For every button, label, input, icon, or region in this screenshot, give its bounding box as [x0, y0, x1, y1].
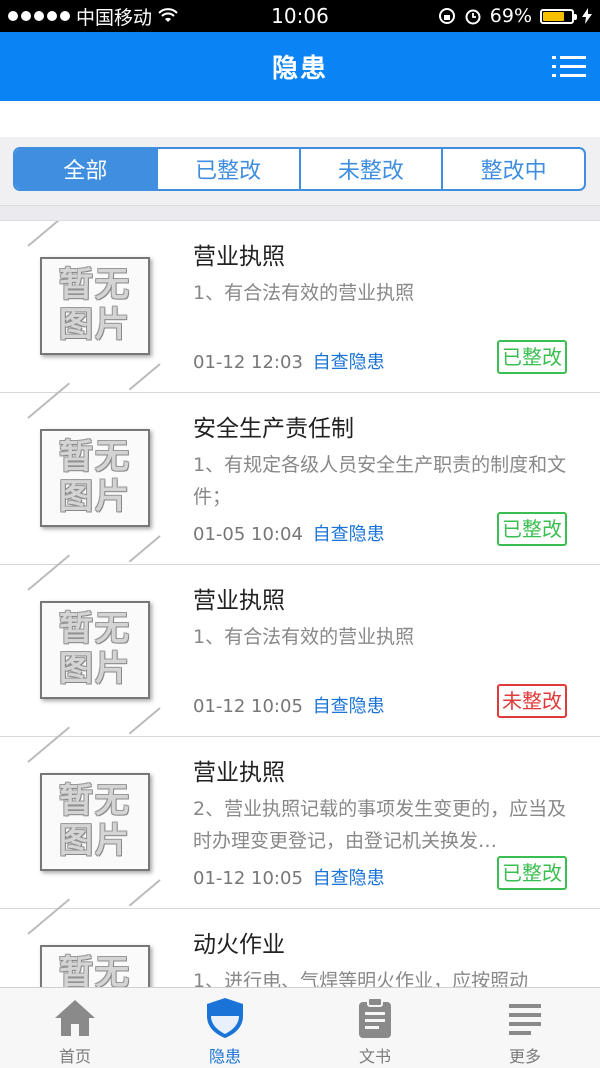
segment-unrectified[interactable]: 未整改 [301, 149, 444, 189]
status-badge: 已整改 [497, 340, 567, 374]
item-meta: 01-12 12:03 自查隐患 [193, 348, 385, 374]
item-meta: 01-12 10:05 自查隐患 [193, 692, 385, 718]
item-description: 2、营业执照记载的事项发生变更的，应当及时办理变更登记，由登记机关换发… [193, 798, 567, 852]
filter-bar: 全部 已整改 未整改 整改中 [0, 137, 600, 205]
menu-icon[interactable] [552, 54, 586, 80]
list-item[interactable]: 暂无图片 动火作业 1、进行电、气焊等明火作业，应按照动 [0, 898, 600, 987]
item-title: 营业执照 [193, 588, 285, 614]
divider [0, 205, 600, 221]
item-source: 自查隐患 [312, 868, 385, 889]
wifi-icon [158, 8, 178, 22]
segment-all[interactable]: 全部 [15, 149, 158, 189]
item-title: 营业执照 [193, 760, 285, 786]
alarm-icon [465, 9, 481, 25]
signal-icon [8, 11, 70, 21]
home-icon [55, 1000, 95, 1036]
tab-more[interactable]: 更多 [450, 988, 600, 1068]
page-title: 隐患 [271, 54, 328, 84]
no-image-placeholder: 暂无图片 [27, 221, 164, 391]
item-meta: 01-05 10:04 自查隐患 [193, 520, 385, 546]
list-item[interactable]: 暂无 图片 营业执照 1、有合法有效的营业执照 01-12 10:05 自查隐患 … [0, 554, 600, 737]
item-source: 自查隐患 [312, 696, 385, 717]
status-badge: 已整改 [497, 512, 567, 546]
item-title: 安全生产责任制 [193, 416, 354, 442]
rotation-lock-icon [438, 8, 455, 24]
item-meta: 01-12 10:05 自查隐患 [193, 864, 385, 890]
no-image-placeholder: 暂无图片 [27, 554, 164, 735]
tab-label: 文书 [358, 1047, 391, 1066]
item-time: 01-12 10:05 [193, 868, 303, 889]
list-item[interactable]: 暂无 图片 营业执照 2、营业执照记载的事项发生变更的，应当及时办理变更登记，由登… [0, 726, 600, 909]
item-title: 动火作业 [193, 932, 285, 958]
status-filter: 全部 已整改 未整改 整改中 [13, 147, 586, 191]
item-source: 自查隐患 [312, 524, 385, 545]
item-title: 营业执照 [193, 244, 285, 270]
item-time: 01-05 10:04 [193, 524, 303, 545]
tab-label: 更多 [508, 1047, 541, 1066]
tab-bar: 首页 隐患 文书 更多 [0, 987, 600, 1068]
tab-documents[interactable]: 文书 [300, 988, 450, 1068]
item-time: 01-12 12:03 [193, 352, 303, 373]
header-spacer [0, 101, 600, 137]
item-description: 1、有规定各级人员安全生产职责的制度和文件； [193, 454, 567, 508]
list-icon [509, 1004, 541, 1035]
item-description: 1、进行电、气焊等明火作业，应按照动 [193, 970, 529, 987]
segment-in-progress[interactable]: 整改中 [443, 149, 584, 189]
no-image-placeholder: 暂无图片 [27, 898, 164, 987]
tab-home[interactable]: 首页 [0, 988, 150, 1068]
item-time: 01-12 10:05 [193, 696, 303, 717]
status-badge: 未整改 [497, 684, 567, 718]
tab-hazards[interactable]: 隐患 [150, 988, 300, 1068]
tab-label: 隐患 [208, 1047, 241, 1066]
item-description: 1、有合法有效的营业执照 [193, 626, 415, 648]
tab-label: 首页 [58, 1047, 91, 1066]
list-item[interactable]: 暂无 图片 营业执照 1、有合法有效的营业执照 01-12 12:03 自查隐患 … [0, 221, 600, 393]
segment-rectified[interactable]: 已整改 [158, 149, 301, 189]
shield-icon [207, 998, 243, 1038]
item-description: 1、有合法有效的营业执照 [193, 282, 415, 304]
no-image-placeholder: 暂无图片 [27, 726, 164, 907]
list-item[interactable]: 暂无 图片 安全生产责任制 1、有规定各级人员安全生产职责的制度和文件； 01-0… [0, 382, 600, 565]
clipboard-icon [359, 997, 391, 1038]
nav-bar: 隐患 [0, 32, 600, 101]
status-bar: 中国移动 10:06 69% [0, 0, 600, 32]
charging-icon [582, 8, 592, 24]
no-image-placeholder: 暂无图片 [27, 382, 164, 563]
battery-icon [540, 8, 577, 24]
battery-percent: 69% [489, 5, 532, 27]
carrier-label: 中国移动 [76, 6, 153, 29]
status-badge: 已整改 [497, 856, 567, 890]
item-source: 自查隐患 [312, 352, 385, 373]
hazard-list: 暂无 图片 营业执照 1、有合法有效的营业执照 01-12 12:03 自查隐患 … [0, 221, 600, 987]
